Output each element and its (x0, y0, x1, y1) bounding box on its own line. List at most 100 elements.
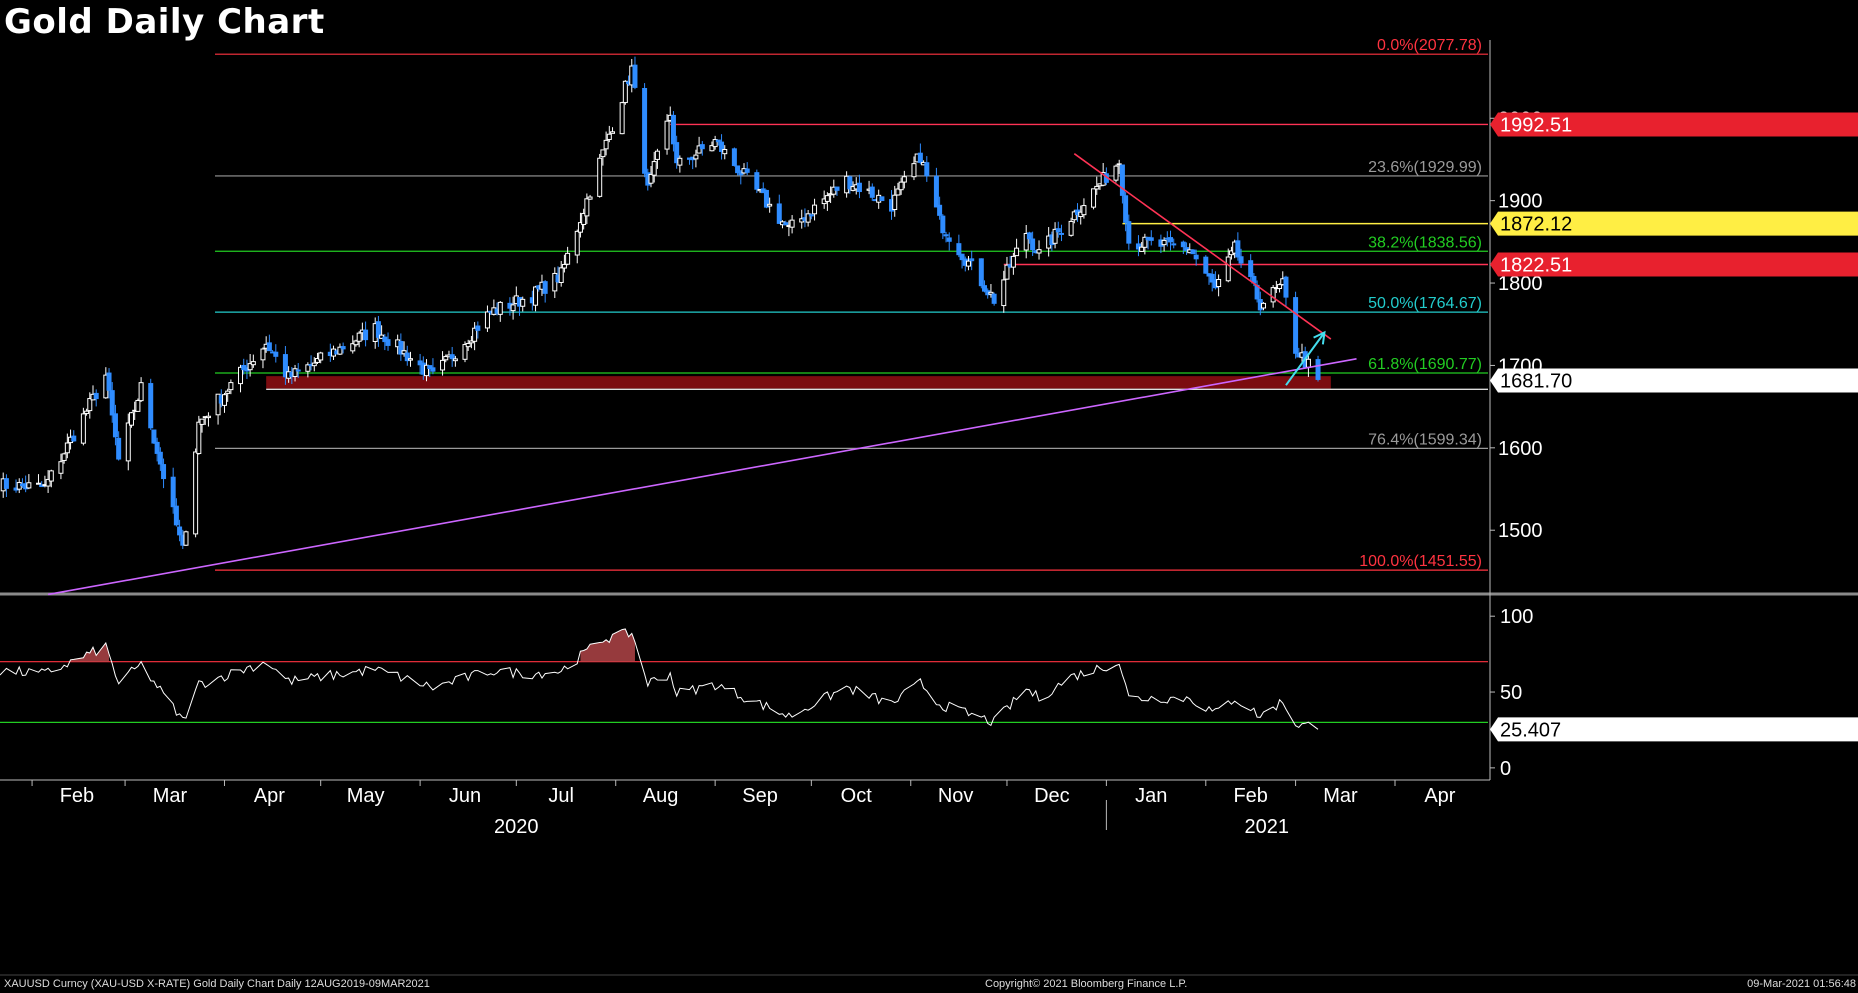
support-zone (266, 376, 1331, 389)
candle-body (475, 325, 481, 331)
candle-body (1030, 238, 1036, 251)
candle-body (520, 298, 526, 307)
price-tick-label: 1500 (1498, 520, 1543, 542)
candle-body (1161, 239, 1167, 246)
price-tag-label: 1822.51 (1500, 254, 1572, 276)
x-year-label: 2021 (1244, 816, 1289, 838)
candle-body (1171, 243, 1177, 246)
candle-body (407, 358, 413, 361)
candle-body (898, 181, 904, 191)
candle-body (943, 234, 949, 237)
candle-body (58, 461, 64, 474)
candle-body (693, 154, 699, 160)
candle-body (106, 372, 112, 391)
price-tag-label: 1992.51 (1500, 114, 1572, 136)
candle-body (161, 464, 167, 480)
candle-body (911, 163, 917, 178)
candle-body (266, 342, 272, 352)
candle-body (1315, 359, 1321, 380)
x-month-label: Dec (1034, 785, 1070, 807)
price-tag-label: 1872.12 (1500, 214, 1572, 236)
candle-body (1010, 255, 1016, 268)
candle-body (225, 390, 231, 394)
candle-body (1126, 221, 1132, 244)
candle-body (558, 267, 564, 283)
candle-body (892, 194, 898, 210)
candle-body (1113, 165, 1119, 181)
candle-body (93, 392, 99, 400)
candle-body (193, 451, 199, 535)
candle-body (1091, 188, 1097, 208)
candle-body (170, 476, 176, 508)
candle-body (318, 352, 324, 361)
price-tick-label: 1600 (1498, 438, 1543, 460)
price-tag-label: 1681.70 (1500, 371, 1572, 393)
candle-body (542, 281, 548, 294)
trendline-ascending (47, 358, 1357, 596)
candle-body (940, 215, 946, 234)
candle-body (783, 222, 789, 226)
candle-body (1203, 256, 1209, 274)
candle-body (3, 478, 9, 489)
fib-level-label: 76.4%(1599.34) (1368, 431, 1482, 448)
candle-body (812, 204, 818, 215)
x-month-label: Nov (938, 785, 974, 807)
candle-body (1305, 358, 1311, 368)
candle-body (879, 196, 885, 202)
candle-body (670, 114, 676, 145)
candle-body (808, 214, 814, 217)
candle-body (946, 237, 952, 242)
candle-body (651, 161, 657, 176)
candle-body (1190, 249, 1196, 255)
x-month-label: Aug (643, 785, 679, 807)
footer-copyright: Copyright© 2021 Bloomberg Finance L.P. (985, 978, 1188, 990)
candle-body (587, 196, 593, 200)
candle-body (1001, 279, 1007, 307)
candle-body (1055, 228, 1061, 233)
price-tick-label: 1900 (1498, 191, 1543, 213)
candle-body (715, 139, 721, 143)
x-month-label: May (347, 785, 385, 807)
candle-body (603, 139, 609, 150)
candle-body (978, 258, 984, 287)
candle-body (48, 470, 54, 482)
x-month-label: Sep (742, 785, 778, 807)
candle-body (35, 482, 41, 485)
candle-body (125, 422, 131, 462)
candle-body (1094, 185, 1100, 190)
rsi-tick-label: 0 (1500, 758, 1511, 780)
candle-body (183, 531, 189, 546)
x-month-label: Apr (254, 785, 285, 807)
candle-body (173, 505, 179, 526)
candle-body (1081, 205, 1087, 216)
candle-body (565, 252, 571, 265)
candle-body (776, 203, 782, 224)
candle-body (1119, 164, 1125, 196)
candle-body (824, 195, 830, 202)
candle-body (1261, 302, 1267, 309)
candle-body (116, 437, 122, 460)
candle-body (1235, 240, 1241, 258)
candle-body (1014, 247, 1020, 257)
candle-body (622, 80, 628, 104)
candle-body (430, 367, 436, 372)
candle-body (385, 339, 391, 346)
candle-body (754, 172, 760, 190)
candle-body (933, 175, 939, 208)
candle-body (138, 382, 144, 402)
candle-body (856, 182, 862, 193)
x-month-label: Apr (1424, 785, 1455, 807)
candle-body (584, 198, 590, 217)
rsi-line (0, 628, 1319, 730)
candle-body (273, 351, 279, 357)
candle-body (260, 348, 266, 361)
candle-body (1248, 260, 1254, 277)
candle-body (991, 293, 997, 304)
trendline-descending (1073, 153, 1332, 340)
candle-body (619, 102, 625, 135)
candle-body (440, 359, 446, 371)
rsi-overbought-fill (580, 628, 635, 662)
candle-body (834, 186, 840, 191)
candle-body (699, 144, 705, 150)
candle-body (311, 362, 317, 367)
